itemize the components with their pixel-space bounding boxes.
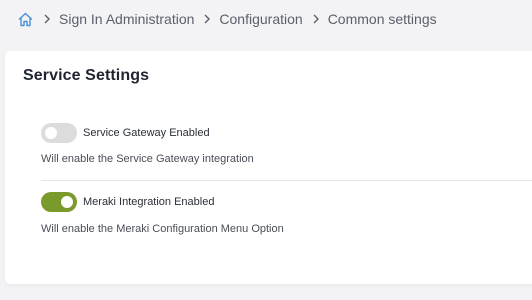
meraki-integration-toggle[interactable] [41,192,77,212]
service-gateway-label: Service Gateway Enabled [83,127,210,139]
card-title: Service Settings [23,67,150,84]
divider [41,180,532,181]
toggle-knob [45,127,57,139]
service-gateway-toggle[interactable] [41,123,77,143]
breadcrumb: Sign In Administration Configuration Com… [17,8,437,30]
chevron-right-icon [43,13,51,25]
meraki-integration-description: Will enable the Meraki Configuration Men… [41,223,284,235]
breadcrumb-common-settings: Common settings [327,11,437,27]
service-gateway-setting: Service Gateway Enabled [41,123,210,143]
meraki-integration-label: Meraki Integration Enabled [83,196,215,208]
service-gateway-description: Will enable the Service Gateway integrat… [41,153,254,165]
chevron-right-icon [203,13,211,25]
home-icon[interactable] [17,11,34,28]
breadcrumb-configuration[interactable]: Configuration [219,11,302,27]
service-settings-card: Service Settings Service Gateway Enabled… [5,51,532,284]
meraki-integration-setting: Meraki Integration Enabled [41,192,214,212]
breadcrumb-sign-in-administration[interactable]: Sign In Administration [59,11,194,27]
chevron-right-icon [312,13,320,25]
toggle-knob [61,196,73,208]
